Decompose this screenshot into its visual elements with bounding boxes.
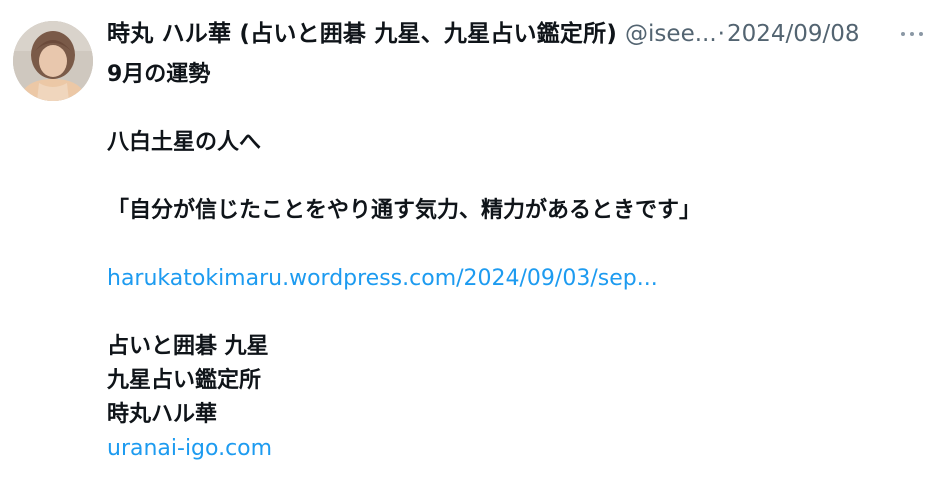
author-display-name[interactable]: 時丸 ハル華 (占いと囲碁 九星、九星占い鑑定所): [107, 16, 617, 52]
post-line: 「自分が信じたことをやり通す気力、精力があるときです」: [107, 198, 702, 223]
header-separator: ·: [717, 21, 725, 47]
post-line: 八白土星の人へ: [107, 130, 262, 155]
avatar-photo: [13, 21, 93, 101]
post-text: 9月の運勢 八白土星の人へ 「自分が信じたことをやり通す気力、精力があるときです…: [107, 58, 907, 466]
author-handle[interactable]: @isee...: [625, 16, 717, 52]
article-link[interactable]: harukatokimaru.wordpress.com/2024/09/03/…: [107, 262, 907, 296]
post-line: 占いと囲碁 九星: [107, 334, 269, 359]
post-date[interactable]: 2024/09/08: [727, 16, 860, 52]
post-header: 時丸 ハル華 (占いと囲碁 九星、九星占い鑑定所) @isee... · 202…: [107, 16, 907, 52]
more-options-button[interactable]: [901, 25, 923, 43]
more-horizontal-icon: [910, 32, 914, 36]
avatar[interactable]: [13, 21, 93, 101]
post-line: 九星占い鑑定所: [107, 368, 262, 393]
post-line: 時丸ハル華: [107, 402, 218, 427]
website-link[interactable]: uranai-igo.com: [107, 432, 907, 466]
more-horizontal-icon: [901, 32, 905, 36]
post-line: 9月の運勢: [107, 62, 211, 87]
post: 時丸 ハル華 (占いと囲碁 九星、九星占い鑑定所) @isee... · 202…: [0, 0, 936, 490]
more-horizontal-icon: [919, 32, 923, 36]
